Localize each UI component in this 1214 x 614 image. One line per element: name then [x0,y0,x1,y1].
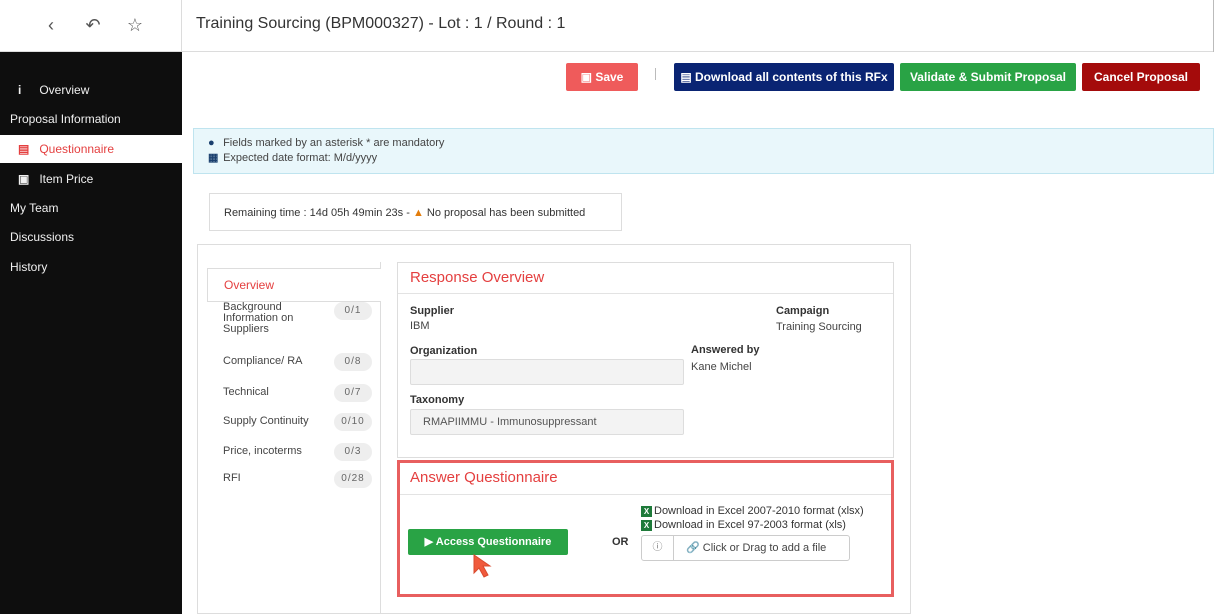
organization-field[interactable] [410,359,684,385]
response-overview-title: Response Overview [410,269,545,286]
validate-submit-button[interactable]: Validate & Submit Proposal [900,63,1076,91]
divider [400,494,891,495]
file-icon: ▤ [680,70,695,84]
sidebar: i Overview Proposal Information ▤ Questi… [0,52,182,614]
sidebar-item-label: Item Price [39,172,94,186]
history-icon[interactable]: ↶ [82,14,104,36]
access-questionnaire-button[interactable]: ▶ Access Questionnaire [408,529,568,555]
answer-questionnaire-title: Answer Questionnaire [410,469,558,486]
mandatory-note: Fields marked by an asterisk * are manda… [223,137,445,149]
organization-label: Organization [410,345,478,357]
campaign-value: Training Sourcing [776,321,862,333]
supplier-value: IBM [410,320,430,332]
sidebar-item-label: History [10,260,48,274]
remaining-time-box: Remaining time : 14d 05h 49min 23s - ▲ N… [209,193,622,231]
taxonomy-label: Taxonomy [410,394,465,406]
back-icon[interactable]: ‹ [40,14,62,36]
answered-by-label: Answered by [691,344,760,356]
answered-by-value: Kane Michel [691,361,752,373]
list-icon: ▤ [18,142,30,156]
supplier-label: Supplier [410,305,455,317]
star-icon[interactable]: ☆ [124,14,146,36]
sidebar-item-label: Questionnaire [39,142,115,156]
top-bar: ‹ ↶ ☆ Training Sourcing (BPM000327) - Lo… [0,0,1214,52]
sidebar-item-my-team[interactable]: My Team [0,194,182,222]
sidebar-item-label: Discussions [10,230,75,244]
upload-label: 🔗 Click or Drag to add a file [686,542,827,554]
save-label: Save [595,70,624,84]
download-xls-link[interactable]: X Download in Excel 97-2003 format (xls) [641,519,846,531]
sidebar-item-overview[interactable]: i Overview [0,76,182,104]
cursor-arrow-icon [473,554,492,578]
file-upload-dropzone[interactable]: ⓘ 🔗 Click or Drag to add a file [641,535,850,561]
nav-controls: ‹ ↶ ☆ [0,0,182,52]
cancel-proposal-button[interactable]: Cancel Proposal [1082,63,1200,91]
divider [655,68,656,80]
count-badge: 0/28 [334,470,372,488]
download-xls-label: Download in Excel 97-2003 format (xls) [654,519,846,531]
sidebar-item-proposal-information[interactable]: Proposal Information [0,105,182,133]
info-circle-icon: ● [208,137,215,149]
count-badge: 0/8 [334,353,372,371]
download-label: Download all contents of this RFx [694,70,888,84]
download-xlsx-label: Download in Excel 2007-2010 format (xlsx… [654,505,864,517]
save-button[interactable]: ▣ Save [566,63,638,91]
or-label: OR [612,536,629,548]
taxonomy-field[interactable]: RMAPIIMMU - Immunosuppressant [410,409,684,435]
remaining-label: Remaining time : [224,207,307,219]
warning-icon: ▲ [412,207,424,219]
download-xlsx-link[interactable]: X Download in Excel 2007-2010 format (xls… [641,505,864,517]
sidebar-item-discussions[interactable]: Discussions [0,223,182,251]
sidebar-item-label: Overview [39,83,90,97]
excel-icon: X [641,506,652,517]
proposal-status: No proposal has been submitted [426,207,586,219]
questionnaire-nav: Overview Background Information on Suppl… [207,262,381,614]
sidebar-item-label: My Team [10,201,59,215]
page-title: Training Sourcing (BPM000327) - Lot : 1 … [196,15,566,32]
remaining-value: 14d 05h 49min 23s - [309,207,410,219]
sidebar-item-label: Proposal Information [10,112,121,126]
sidebar-item-history[interactable]: History [0,253,182,281]
info-banner: ● Fields marked by an asterisk * are man… [193,128,1214,174]
info-icon: i [18,83,22,97]
sidebar-item-item-price[interactable]: ▣ Item Price [0,165,182,193]
calendar-icon: ▦ [208,152,219,164]
count-badge: 0/10 [334,413,372,431]
campaign-label: Campaign [776,305,830,317]
count-badge: 0/7 [334,384,372,402]
qnav-overview[interactable]: Overview [207,268,381,302]
info-icon[interactable]: ⓘ [642,536,674,560]
price-icon: ▣ [18,172,30,186]
excel-icon: X [641,520,652,531]
count-badge: 0/1 [334,302,372,320]
divider [398,293,893,294]
count-badge: 0/3 [334,443,372,461]
save-icon: ▣ [580,70,596,84]
download-all-button[interactable]: ▤ Download all contents of this RFx [674,63,894,91]
response-overview-card: Response Overview Supplier IBM Campaign … [397,262,894,458]
qnav-item-background[interactable]: Background Information on Suppliers [207,302,337,335]
sidebar-item-questionnaire[interactable]: ▤ Questionnaire [0,135,182,163]
date-format-note: Expected date format: M/d/yyyy [223,152,378,164]
